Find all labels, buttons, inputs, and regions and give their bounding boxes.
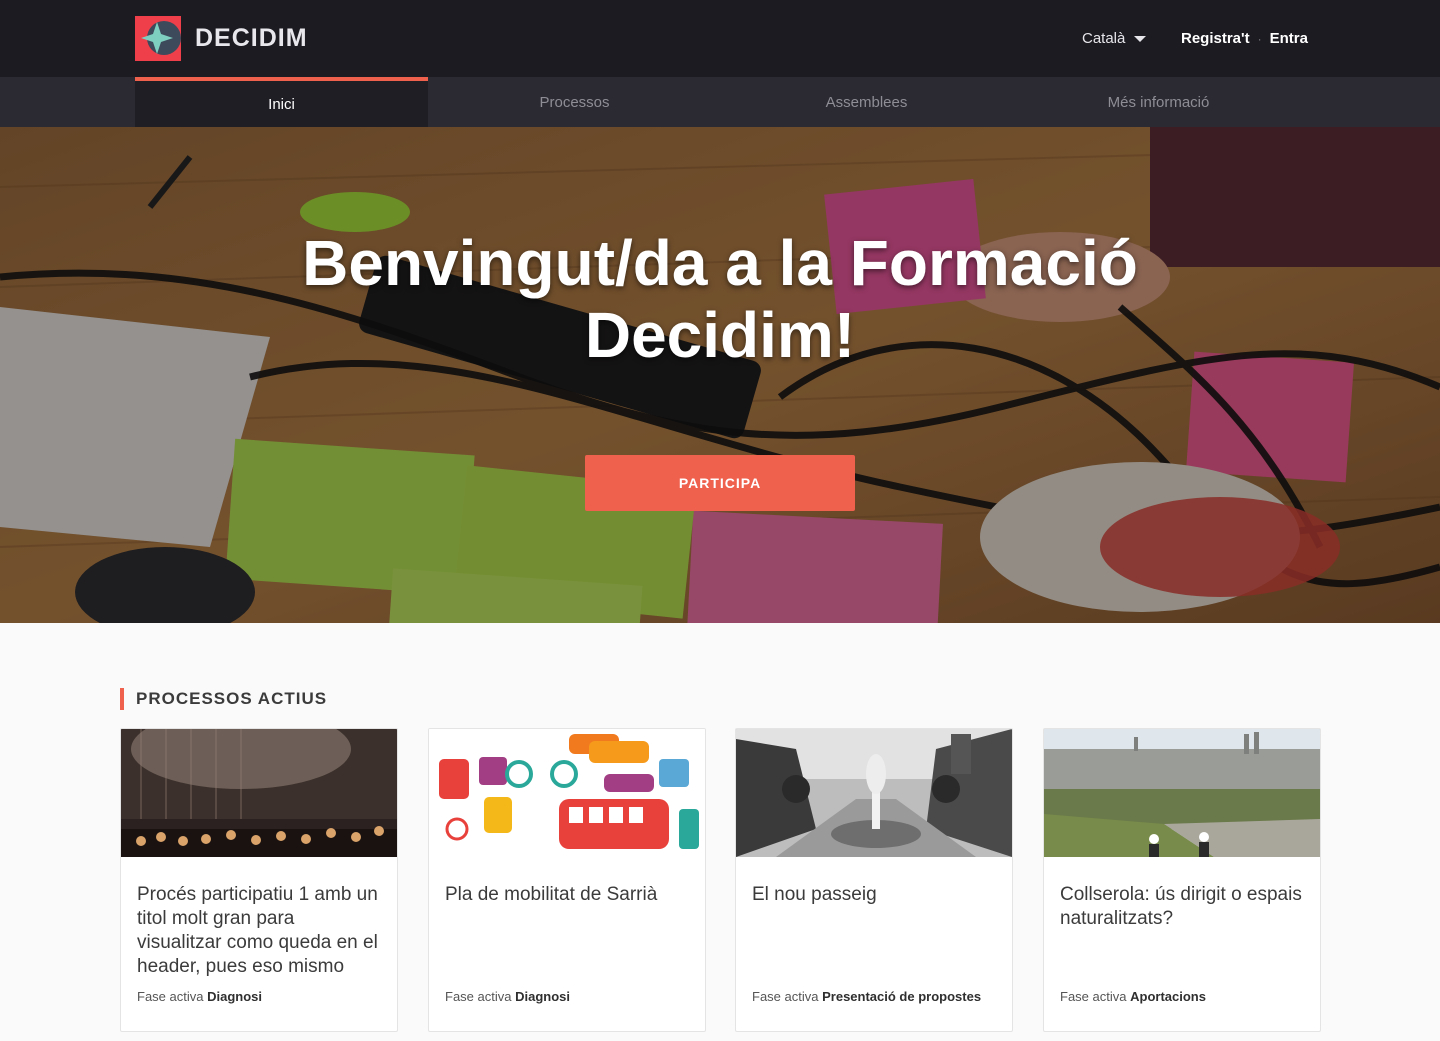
process-card-title[interactable]: El nou passeig <box>752 883 998 907</box>
process-card[interactable]: El nou passeig Fase activa Presentació d… <box>735 728 1013 1032</box>
phase-value: Diagnosi <box>207 989 263 1004</box>
register-link[interactable]: Registra't <box>1181 30 1250 47</box>
process-card-phase: Fase activa Presentació de propostes <box>752 989 981 1004</box>
process-card-image <box>121 729 397 857</box>
process-card[interactable]: Procés participatiu 1 amb un titol molt … <box>120 728 398 1032</box>
hero-overlay <box>0 127 1440 623</box>
process-card-title[interactable]: Collserola: ús dirigit o espais naturali… <box>1060 883 1306 931</box>
process-card[interactable]: Collserola: ús dirigit o espais naturali… <box>1043 728 1321 1032</box>
process-card-image <box>429 729 705 857</box>
phase-value: Diagnosi <box>515 989 571 1004</box>
phase-prefix: Fase activa <box>1060 989 1127 1004</box>
login-link[interactable]: Entra <box>1270 30 1308 47</box>
logo-text: DECIDIM <box>195 24 308 52</box>
auth-links: Registra't · Entra <box>1181 30 1308 47</box>
nav-item-inici[interactable]: Inici <box>135 77 428 127</box>
process-card-phase: Fase activa Diagnosi <box>445 989 570 1004</box>
phase-prefix: Fase activa <box>137 989 204 1004</box>
top-bar: DECIDIM Català Registra't · Entra <box>0 0 1440 77</box>
process-card-phase: Fase activa Aportacions <box>1060 989 1206 1004</box>
phase-value: Aportacions <box>1130 989 1206 1004</box>
process-card-phase: Fase activa Diagnosi <box>137 989 262 1004</box>
logo[interactable]: DECIDIM <box>135 16 308 61</box>
phase-prefix: Fase activa <box>445 989 512 1004</box>
process-card[interactable]: Pla de mobilitat de Sarrià Fase activa D… <box>428 728 706 1032</box>
process-card-image <box>736 729 1012 857</box>
hero-title: Benvingut/da a la Formació Decidim! <box>302 227 1138 371</box>
language-label: Català <box>1082 30 1126 47</box>
decidim-logo-icon <box>135 16 181 61</box>
phase-prefix: Fase activa <box>752 989 819 1004</box>
process-card-image <box>1044 729 1320 857</box>
hero-banner: Benvingut/da a la Formació Decidim! PART… <box>0 127 1440 623</box>
phase-value: Presentació de propostes <box>822 989 982 1004</box>
process-card-title[interactable]: Procés participatiu 1 amb un titol molt … <box>137 883 383 979</box>
chevron-down-icon <box>1134 35 1147 42</box>
nav-item-mes-informacio[interactable]: Més informació <box>1012 77 1305 127</box>
section-title: PROCESSOS ACTIUS <box>120 688 327 710</box>
process-card-title[interactable]: Pla de mobilitat de Sarrià <box>445 883 691 907</box>
auth-separator: · <box>1257 31 1262 46</box>
main-navigation: Inici Processos Assemblees Més informaci… <box>0 77 1440 127</box>
nav-item-assemblees[interactable]: Assemblees <box>720 77 1013 127</box>
nav-item-processos[interactable]: Processos <box>428 77 721 127</box>
participa-button[interactable]: PARTICIPA <box>585 455 855 511</box>
language-selector[interactable]: Català <box>1082 30 1147 47</box>
